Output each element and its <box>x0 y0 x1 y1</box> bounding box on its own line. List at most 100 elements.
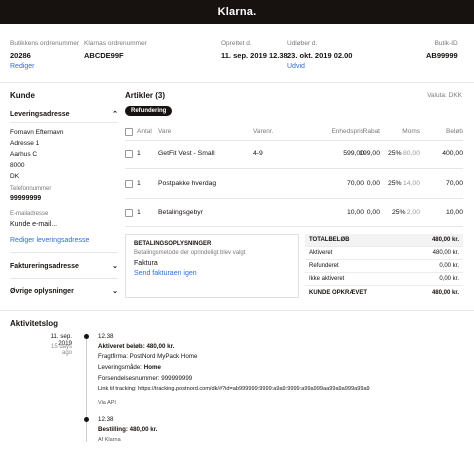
totals-row-activated: Aktiveret 480,00 kr. <box>305 247 463 260</box>
row-vat: 14,00 <box>402 180 420 187</box>
customer-paid-label: KUNDE OPKRÆVET <box>309 289 368 296</box>
edit-link[interactable]: Rediger <box>10 63 79 70</box>
entry-method-line: Leveringsmåde: Home <box>98 364 161 371</box>
row-divider <box>125 226 463 227</box>
top-bar: Klarna. <box>0 0 474 24</box>
tracking-link-prefix: Link til tracking: <box>98 386 139 392</box>
customer-address: Adresse 1 <box>10 140 40 147</box>
entry-time: 12.38 <box>98 416 114 423</box>
table-header-divider <box>125 140 463 141</box>
row-checkbox[interactable] <box>125 180 133 188</box>
not-activated-value: 0,00 kr. <box>439 276 459 282</box>
row-checkbox[interactable] <box>125 209 133 217</box>
store-order-value: 20286 <box>10 51 31 60</box>
row-discount: 0,00 <box>366 180 380 187</box>
tracking-link[interactable]: https://tracking.postnord.com/dk/#?id=ab… <box>138 386 370 392</box>
extend-link[interactable]: Udvid <box>287 63 352 70</box>
billing-address-toggle[interactable]: Faktureringsadresse ⌄ <box>10 262 118 271</box>
chevron-down-icon: ⌄ <box>112 288 118 295</box>
row-divider <box>125 168 463 169</box>
send-invoice-link[interactable]: Send fakturaen igen <box>134 270 290 277</box>
phone-label: Telefonnummer <box>10 186 52 192</box>
row-qty: 1 <box>137 150 141 157</box>
order-prefix: Bestilling: <box>98 426 130 433</box>
refunded-value: 0,00 kr. <box>439 263 459 269</box>
totals-table: TOTALBELØB 480,00 kr. Aktiveret 480,00 k… <box>305 234 463 299</box>
entry-time: 12.38 <box>98 333 114 340</box>
carrier-prefix: Fragtfirma: <box>98 353 130 360</box>
total-value: 480,00 kr. <box>431 237 459 243</box>
totals-row-not-activated: Ikke aktiveret 0,00 kr. <box>305 273 463 286</box>
other-info-toggle[interactable]: Øvrige oplysninger ⌄ <box>10 287 118 296</box>
column-header-amount: Beløb <box>446 128 463 135</box>
row-sku: 4-9 <box>253 150 263 157</box>
row-amount: 70,00 <box>445 180 463 187</box>
totals-row-refunded: Refunderet 0,00 kr. <box>305 260 463 273</box>
email-label: E-mailadresse <box>10 211 49 217</box>
refunded-label: Refunderet <box>309 263 339 269</box>
entry-source: Af Klarna <box>98 437 121 443</box>
expires-label: Udløber d. <box>287 40 318 47</box>
activated-amount: 480,00 kr. <box>146 343 175 350</box>
billing-address-label: Faktureringsadresse <box>10 262 79 270</box>
row-item-name: Betalingsgebyr <box>158 209 203 216</box>
klarna-order-block: Klarnas ordrenummer ABCDE99F <box>84 40 147 60</box>
row-qty: 1 <box>137 180 141 187</box>
shipping-address-label: Leveringsadresse <box>10 110 70 118</box>
header-divider <box>0 82 474 83</box>
shipping-address-toggle[interactable]: Leveringsadresse ⌃ <box>10 110 118 119</box>
not-activated-label: Ikke aktiveret <box>309 276 345 282</box>
articles-title: Artikler (3) <box>125 91 166 100</box>
row-vat: 80,00 <box>402 150 420 157</box>
refund-button[interactable]: Refundering <box>125 106 173 116</box>
chevron-down-icon: ⌄ <box>112 263 118 270</box>
customer-paid-value: 480,00 kr. <box>431 289 459 296</box>
column-header-sku: Varenr. <box>253 128 274 135</box>
row-qty: 1 <box>137 209 141 216</box>
entry-tracking-number-line: Forsendelsesnummer: 999999999 <box>98 375 192 382</box>
store-order-label: Butikkens ordrenummer <box>10 40 79 47</box>
entry-source: Via API <box>98 400 116 406</box>
column-header-discount: Rabat <box>362 128 380 135</box>
payment-method: Faktura <box>134 260 158 267</box>
column-header-item: Vare <box>158 128 172 135</box>
activated-prefix: Aktiveret beløb: <box>98 343 147 350</box>
sidebar-divider <box>10 252 118 253</box>
activated-label: Aktiveret <box>309 250 333 256</box>
row-checkbox[interactable] <box>125 150 133 158</box>
activated-value: 480,00 kr. <box>432 250 459 256</box>
created-block: Oprettet d. 11. sep. 2019 12.38 <box>221 40 288 60</box>
totals-row-customer-paid: KUNDE OPKRÆVET 480,00 kr. <box>305 286 463 299</box>
edit-shipping-link[interactable]: Rediger leveringsadresse <box>10 237 89 244</box>
row-discount: 0,00 <box>366 209 380 216</box>
customer-city: Aarhus C <box>10 151 38 158</box>
totals-row-total: TOTALBELØB 480,00 kr. <box>305 234 463 247</box>
klarna-order-label: Klarnas ordrenummer <box>84 40 147 47</box>
expires-block: Udløber d. 23. okt. 2019 02.00 Udvid <box>287 40 352 70</box>
row-item-name: Postpakke hverdag <box>158 180 217 187</box>
currency-label: Valuta: DKK <box>427 92 462 99</box>
timeline-dot <box>84 334 89 339</box>
sidebar-divider <box>10 278 118 279</box>
phone-value: 99999999 <box>10 195 42 202</box>
activity-ago: 15 days ago <box>50 344 72 356</box>
row-divider <box>125 198 463 199</box>
customer-country: DK <box>10 173 20 180</box>
customer-title: Kunde <box>10 91 35 100</box>
created-value: 11. sep. 2019 12.38 <box>221 51 288 60</box>
created-label: Oprettet d. <box>221 40 252 47</box>
row-discount: 199,00 <box>359 150 380 157</box>
row-amount: 10,00 <box>445 209 463 216</box>
store-id-label: Butik-ID <box>434 40 458 47</box>
payment-info-box: BETALINGSOPLYSNINGER Betalingsmetode der… <box>125 234 299 298</box>
select-all-checkbox[interactable] <box>125 128 133 136</box>
store-id-block: Butik-ID AB99999 <box>426 40 458 60</box>
column-header-qty: Antal <box>137 128 152 135</box>
section-divider <box>0 310 474 311</box>
order-amount: 480,00 kr. <box>129 426 158 433</box>
total-label: TOTALBELØB <box>309 237 350 243</box>
klarna-logo: Klarna. <box>217 6 257 18</box>
entry-order-line: Bestilling: 480,00 kr. <box>98 426 158 433</box>
timeline-dot <box>84 417 89 422</box>
customer-zip: 8000 <box>10 162 25 169</box>
